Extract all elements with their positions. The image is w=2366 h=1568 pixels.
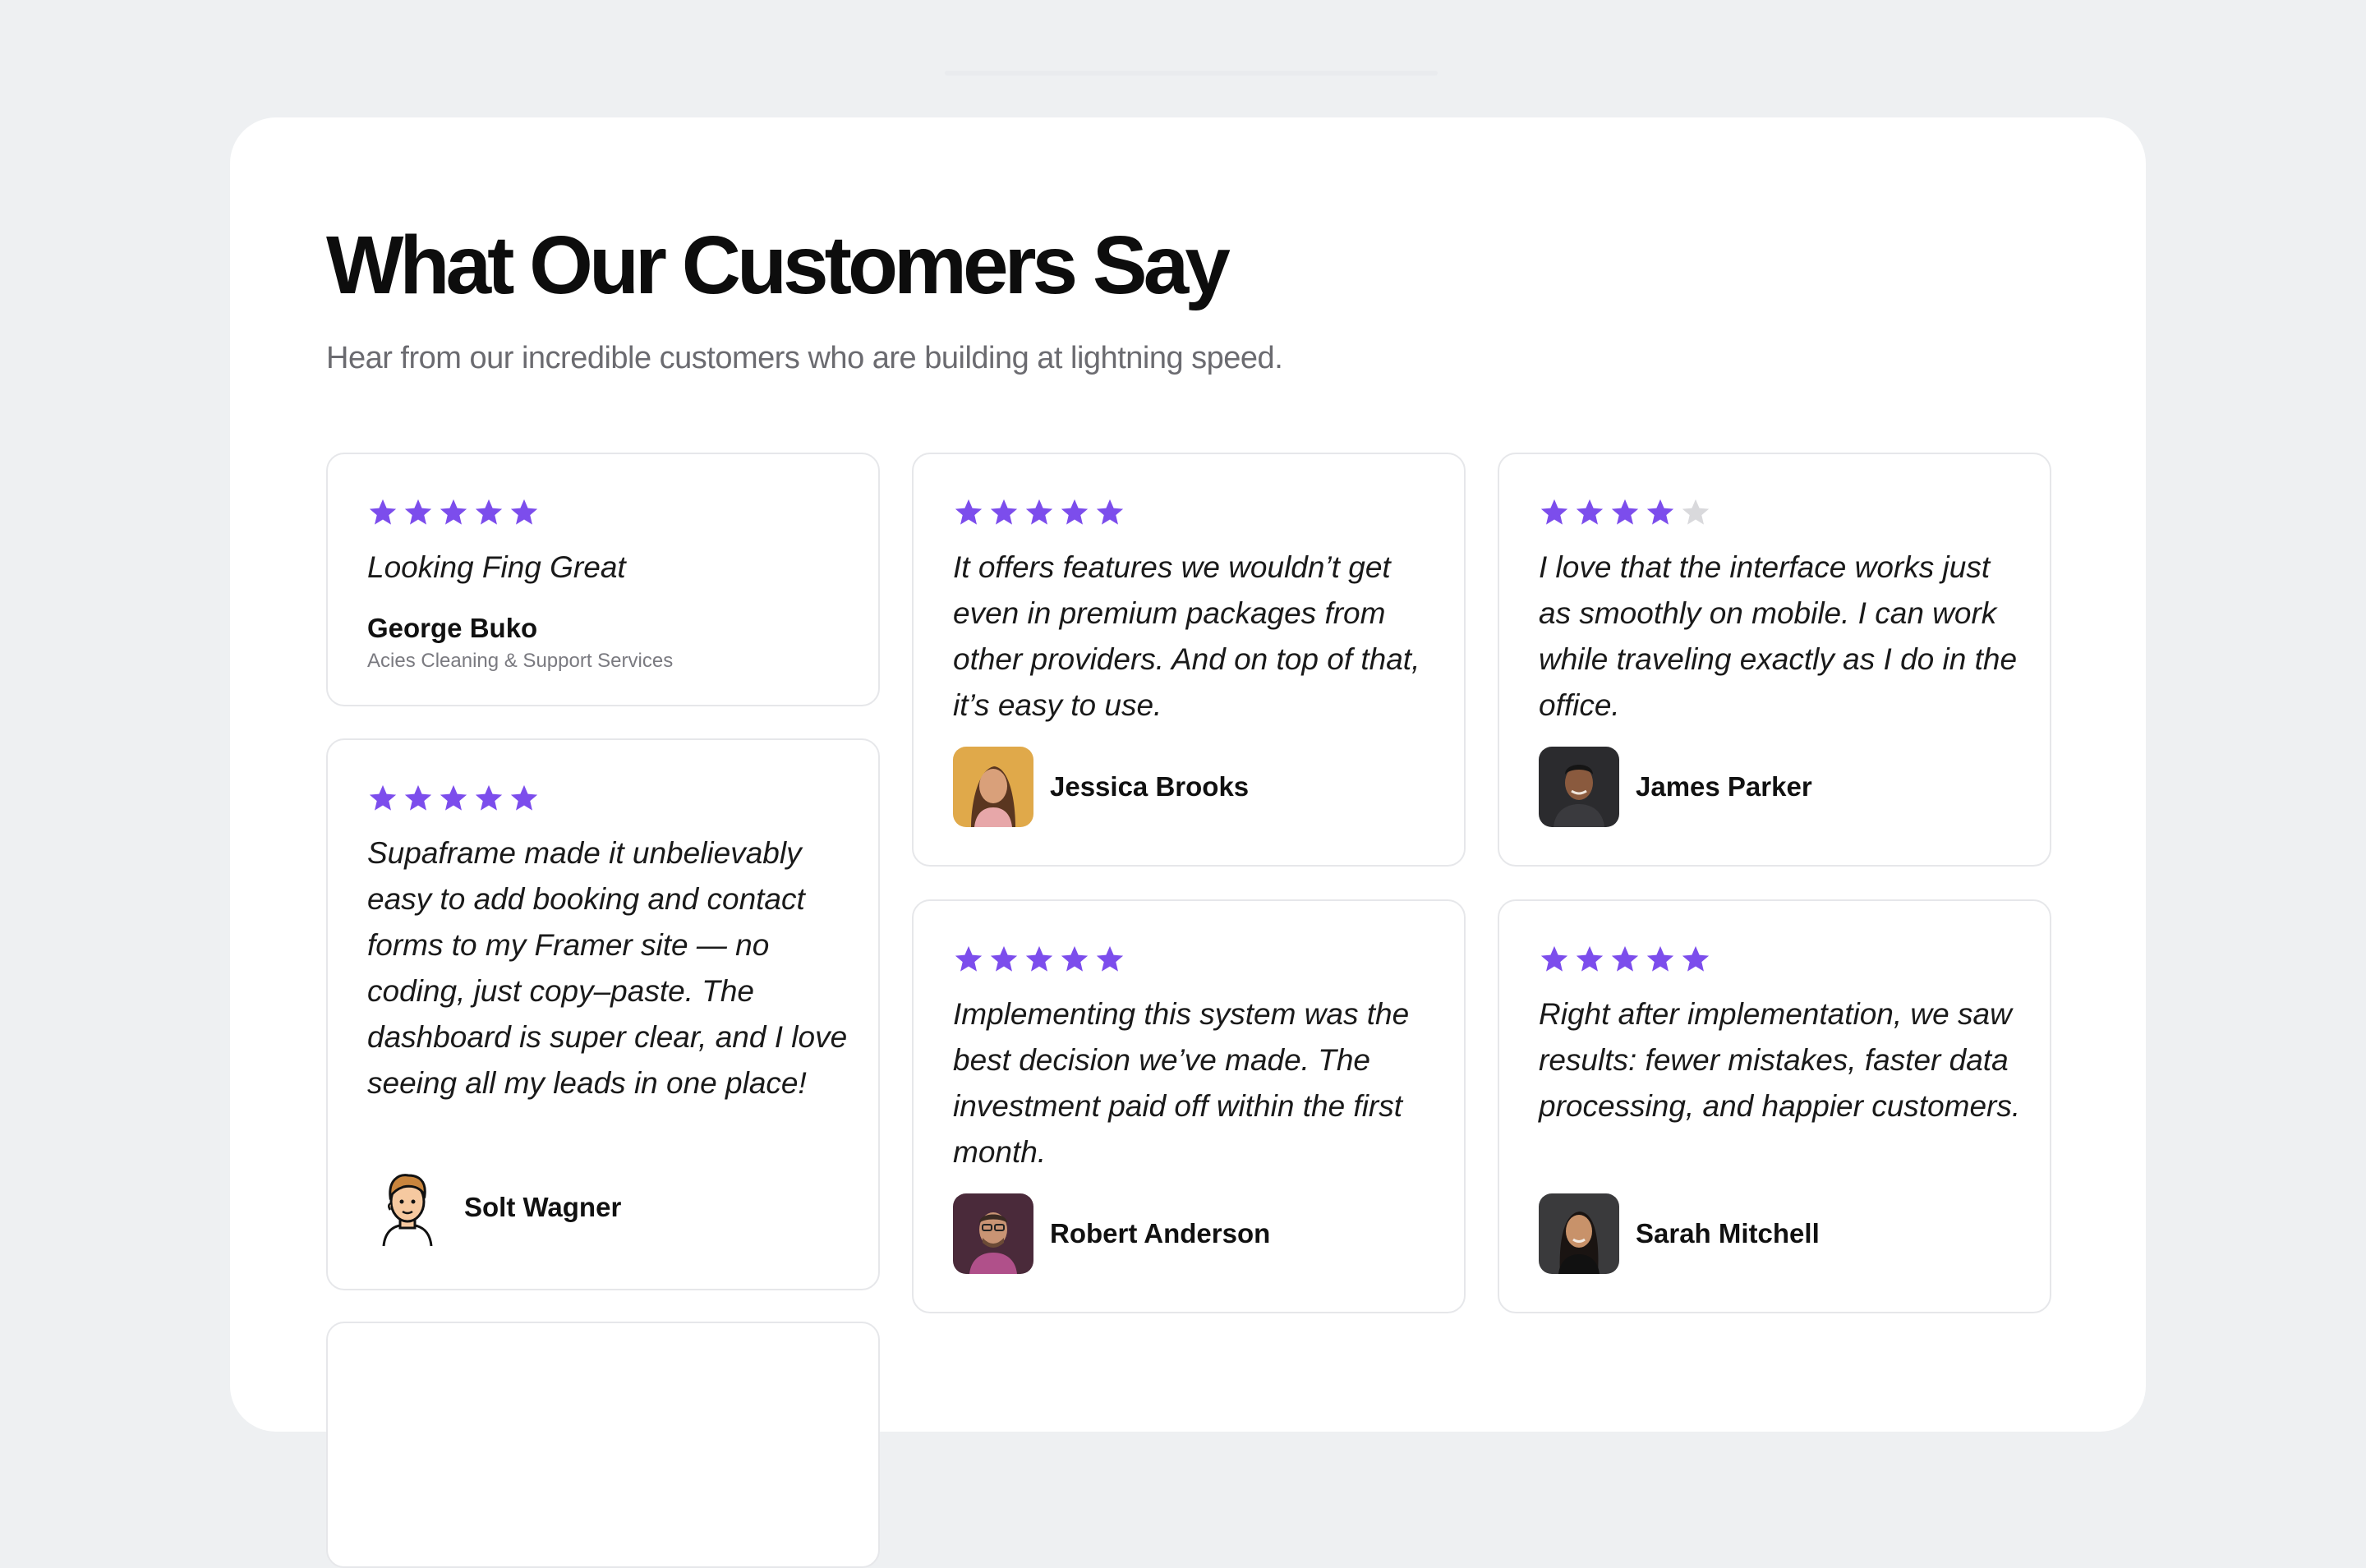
star-rating: [953, 944, 1130, 975]
author-row: Sarah Mitchell: [1539, 1193, 1820, 1274]
star-filled-icon: [1096, 945, 1124, 972]
star-filled-icon: [475, 784, 503, 811]
star-filled-icon: [510, 784, 538, 811]
star-filled-icon: [1611, 499, 1639, 525]
star-filled-icon: [1576, 945, 1604, 972]
star-rating: [953, 497, 1130, 528]
star-rating: [1539, 497, 1715, 528]
star-filled-icon: [1096, 499, 1124, 525]
star-rating: [1539, 944, 1715, 975]
star-filled-icon: [404, 499, 432, 525]
author-row: Jessica Brooks: [953, 747, 1249, 827]
star-filled-icon: [990, 499, 1018, 525]
star-filled-icon: [440, 784, 467, 811]
photo-avatar: [1539, 1193, 1619, 1274]
star-filled-icon: [1025, 499, 1053, 525]
star-filled-icon: [1025, 945, 1053, 972]
author-row: Robert Anderson: [953, 1193, 1270, 1274]
testimonial-quote: Supaframe made it unbelievably easy to a…: [367, 836, 848, 1100]
photo-avatar: [953, 747, 1033, 827]
testimonial-card: Supaframe made it unbelievably easy to a…: [326, 738, 880, 1290]
star-filled-icon: [1646, 945, 1674, 972]
star-empty-icon: [1682, 499, 1710, 525]
top-divider: [945, 71, 1438, 76]
star-filled-icon: [510, 499, 538, 525]
star-filled-icon: [1061, 945, 1089, 972]
testimonial-quote: It offers features we wouldn’t get even …: [953, 550, 1420, 722]
author-name: George Buko: [367, 613, 538, 643]
testimonial-quote: I love that the interface works just as …: [1539, 550, 2018, 722]
star-rating: [367, 497, 544, 528]
star-filled-icon: [1061, 499, 1089, 525]
star-filled-icon: [1646, 499, 1674, 525]
star-filled-icon: [1611, 945, 1639, 972]
testimonial-card: [326, 1322, 880, 1568]
star-rating: [367, 783, 544, 814]
star-filled-icon: [1540, 499, 1568, 525]
author-name: Jessica Brooks: [1050, 771, 1250, 802]
testimonial-card: Right after implementation, we saw resul…: [1498, 899, 2051, 1313]
testimonial-quote: Implementing this system was the best de…: [953, 997, 1410, 1169]
author-company: Acies Cleaning & Support Services: [367, 650, 674, 672]
cartoon-avatar: [367, 1167, 448, 1248]
star-filled-icon: [475, 499, 503, 525]
star-filled-icon: [990, 945, 1018, 972]
section-subtitle: Hear from our incredible customers who a…: [326, 341, 1283, 375]
star-filled-icon: [369, 784, 397, 811]
testimonial-card: I love that the interface works just as …: [1498, 453, 2051, 867]
testimonial-quote: Looking Fing Great: [367, 550, 626, 584]
author-row: Solt Wagner: [367, 1167, 621, 1248]
author-name: James Parker: [1636, 771, 1812, 802]
author-row: James Parker: [1539, 747, 1812, 827]
testimonial-card: Looking Fing Great George Buko Acies Cle…: [326, 453, 880, 706]
star-filled-icon: [1682, 945, 1710, 972]
star-filled-icon: [955, 945, 983, 972]
star-filled-icon: [369, 499, 397, 525]
author-info: George Buko Acies Cleaning & Support Ser…: [367, 612, 673, 673]
photo-avatar: [1539, 747, 1619, 827]
author-name: Sarah Mitchell: [1636, 1218, 1820, 1248]
star-filled-icon: [1540, 945, 1568, 972]
star-filled-icon: [955, 499, 983, 525]
section-title: What Our Customers Say: [326, 219, 1231, 311]
author-name: Robert Anderson: [1050, 1218, 1271, 1248]
testimonial-quote: Right after implementation, we saw resul…: [1539, 997, 2021, 1123]
photo-avatar: [953, 1193, 1033, 1274]
star-filled-icon: [440, 499, 467, 525]
testimonial-card: It offers features we wouldn’t get even …: [912, 453, 1466, 867]
author-name: Solt Wagner: [464, 1192, 622, 1222]
testimonial-card: Implementing this system was the best de…: [912, 899, 1466, 1313]
star-filled-icon: [1576, 499, 1604, 525]
star-filled-icon: [404, 784, 432, 811]
testimonials-section: What Our Customers Say Hear from our inc…: [230, 117, 2146, 1568]
